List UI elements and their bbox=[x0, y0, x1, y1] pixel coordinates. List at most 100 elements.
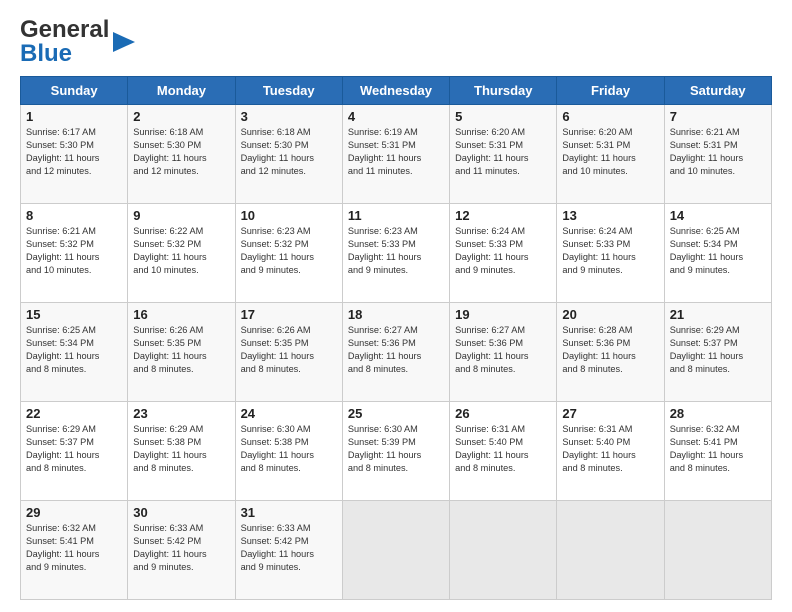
calendar-cell: 1 Sunrise: 6:17 AM Sunset: 5:30 PM Daylig… bbox=[21, 105, 128, 204]
day-number: 23 bbox=[133, 406, 229, 421]
day-header-thursday: Thursday bbox=[450, 77, 557, 105]
calendar-cell: 15 Sunrise: 6:25 AM Sunset: 5:34 PM Dayli… bbox=[21, 303, 128, 402]
calendar-cell: 20 Sunrise: 6:28 AM Sunset: 5:36 PM Dayli… bbox=[557, 303, 664, 402]
cell-info: Sunrise: 6:28 AM Sunset: 5:36 PM Dayligh… bbox=[562, 324, 658, 376]
cell-info: Sunrise: 6:23 AM Sunset: 5:32 PM Dayligh… bbox=[241, 225, 337, 277]
cell-info: Sunrise: 6:24 AM Sunset: 5:33 PM Dayligh… bbox=[562, 225, 658, 277]
day-number: 29 bbox=[26, 505, 122, 520]
calendar-cell: 13 Sunrise: 6:24 AM Sunset: 5:33 PM Dayli… bbox=[557, 204, 664, 303]
calendar-cell: 11 Sunrise: 6:23 AM Sunset: 5:33 PM Dayli… bbox=[342, 204, 449, 303]
cell-info: Sunrise: 6:17 AM Sunset: 5:30 PM Dayligh… bbox=[26, 126, 122, 178]
header: General Blue bbox=[20, 16, 772, 68]
day-number: 22 bbox=[26, 406, 122, 421]
day-number: 6 bbox=[562, 109, 658, 124]
day-number: 27 bbox=[562, 406, 658, 421]
day-number: 24 bbox=[241, 406, 337, 421]
cell-info: Sunrise: 6:24 AM Sunset: 5:33 PM Dayligh… bbox=[455, 225, 551, 277]
cell-info: Sunrise: 6:30 AM Sunset: 5:38 PM Dayligh… bbox=[241, 423, 337, 475]
calendar-cell: 12 Sunrise: 6:24 AM Sunset: 5:33 PM Dayli… bbox=[450, 204, 557, 303]
day-number: 10 bbox=[241, 208, 337, 223]
calendar-cell bbox=[342, 501, 449, 600]
cell-info: Sunrise: 6:26 AM Sunset: 5:35 PM Dayligh… bbox=[133, 324, 229, 376]
day-number: 4 bbox=[348, 109, 444, 124]
day-number: 1 bbox=[26, 109, 122, 124]
cell-info: Sunrise: 6:21 AM Sunset: 5:31 PM Dayligh… bbox=[670, 126, 766, 178]
cell-info: Sunrise: 6:25 AM Sunset: 5:34 PM Dayligh… bbox=[670, 225, 766, 277]
calendar-cell: 28Sunrise: 6:32 AM Sunset: 5:41 PM Dayli… bbox=[664, 402, 771, 501]
logo-blue: Blue bbox=[20, 40, 109, 68]
cell-info: Sunrise: 6:20 AM Sunset: 5:31 PM Dayligh… bbox=[562, 126, 658, 178]
day-number: 9 bbox=[133, 208, 229, 223]
day-header-wednesday: Wednesday bbox=[342, 77, 449, 105]
cell-info: Sunrise: 6:33 AM Sunset: 5:42 PM Dayligh… bbox=[133, 522, 229, 574]
day-number: 19 bbox=[455, 307, 551, 322]
cell-info: Sunrise: 6:22 AM Sunset: 5:32 PM Dayligh… bbox=[133, 225, 229, 277]
calendar-cell: 25 Sunrise: 6:30 AM Sunset: 5:39 PM Dayli… bbox=[342, 402, 449, 501]
calendar-cell: 8Sunrise: 6:21 AM Sunset: 5:32 PM Daylig… bbox=[21, 204, 128, 303]
calendar-row-2: 8Sunrise: 6:21 AM Sunset: 5:32 PM Daylig… bbox=[21, 204, 772, 303]
logo-general: General bbox=[20, 16, 109, 43]
calendar-cell: 24 Sunrise: 6:30 AM Sunset: 5:38 PM Dayli… bbox=[235, 402, 342, 501]
day-number: 15 bbox=[26, 307, 122, 322]
cell-info: Sunrise: 6:27 AM Sunset: 5:36 PM Dayligh… bbox=[455, 324, 551, 376]
cell-info: Sunrise: 6:29 AM Sunset: 5:37 PM Dayligh… bbox=[670, 324, 766, 376]
calendar-row-1: 1 Sunrise: 6:17 AM Sunset: 5:30 PM Daylig… bbox=[21, 105, 772, 204]
day-header-monday: Monday bbox=[128, 77, 235, 105]
cell-info: Sunrise: 6:20 AM Sunset: 5:31 PM Dayligh… bbox=[455, 126, 551, 178]
calendar-cell: 3Sunrise: 6:18 AM Sunset: 5:30 PM Daylig… bbox=[235, 105, 342, 204]
cell-info: Sunrise: 6:23 AM Sunset: 5:33 PM Dayligh… bbox=[348, 225, 444, 277]
calendar-cell bbox=[664, 501, 771, 600]
calendar-cell: 9 Sunrise: 6:22 AM Sunset: 5:32 PM Daylig… bbox=[128, 204, 235, 303]
day-number: 20 bbox=[562, 307, 658, 322]
day-number: 12 bbox=[455, 208, 551, 223]
day-number: 30 bbox=[133, 505, 229, 520]
day-number: 2 bbox=[133, 109, 229, 124]
day-number: 14 bbox=[670, 208, 766, 223]
cell-info: Sunrise: 6:31 AM Sunset: 5:40 PM Dayligh… bbox=[455, 423, 551, 475]
calendar-cell: 2 Sunrise: 6:18 AM Sunset: 5:30 PM Daylig… bbox=[128, 105, 235, 204]
calendar-cell: 30 Sunrise: 6:33 AM Sunset: 5:42 PM Dayli… bbox=[128, 501, 235, 600]
cell-info: Sunrise: 6:31 AM Sunset: 5:40 PM Dayligh… bbox=[562, 423, 658, 475]
day-header-saturday: Saturday bbox=[664, 77, 771, 105]
day-number: 31 bbox=[241, 505, 337, 520]
day-number: 11 bbox=[348, 208, 444, 223]
calendar-table: SundayMondayTuesdayWednesdayThursdayFrid… bbox=[20, 76, 772, 600]
cell-info: Sunrise: 6:26 AM Sunset: 5:35 PM Dayligh… bbox=[241, 324, 337, 376]
calendar-cell: 18 Sunrise: 6:27 AM Sunset: 5:36 PM Dayli… bbox=[342, 303, 449, 402]
logo-arrow-icon bbox=[113, 28, 135, 61]
header-row: SundayMondayTuesdayWednesdayThursdayFrid… bbox=[21, 77, 772, 105]
cell-info: Sunrise: 6:32 AM Sunset: 5:41 PM Dayligh… bbox=[670, 423, 766, 475]
calendar-cell: 16 Sunrise: 6:26 AM Sunset: 5:35 PM Dayli… bbox=[128, 303, 235, 402]
calendar-cell: 14 Sunrise: 6:25 AM Sunset: 5:34 PM Dayli… bbox=[664, 204, 771, 303]
calendar-cell: 21 Sunrise: 6:29 AM Sunset: 5:37 PM Dayli… bbox=[664, 303, 771, 402]
day-number: 13 bbox=[562, 208, 658, 223]
calendar-cell: 17Sunrise: 6:26 AM Sunset: 5:35 PM Dayli… bbox=[235, 303, 342, 402]
calendar-cell: 19 Sunrise: 6:27 AM Sunset: 5:36 PM Dayli… bbox=[450, 303, 557, 402]
calendar-row-3: 15 Sunrise: 6:25 AM Sunset: 5:34 PM Dayli… bbox=[21, 303, 772, 402]
calendar-cell: 4 Sunrise: 6:19 AM Sunset: 5:31 PM Daylig… bbox=[342, 105, 449, 204]
cell-info: Sunrise: 6:25 AM Sunset: 5:34 PM Dayligh… bbox=[26, 324, 122, 376]
day-number: 7 bbox=[670, 109, 766, 124]
day-number: 21 bbox=[670, 307, 766, 322]
cell-info: Sunrise: 6:27 AM Sunset: 5:36 PM Dayligh… bbox=[348, 324, 444, 376]
calendar-cell: 5Sunrise: 6:20 AM Sunset: 5:31 PM Daylig… bbox=[450, 105, 557, 204]
day-number: 18 bbox=[348, 307, 444, 322]
logo: General Blue bbox=[20, 16, 135, 68]
cell-info: Sunrise: 6:29 AM Sunset: 5:37 PM Dayligh… bbox=[26, 423, 122, 475]
cell-info: Sunrise: 6:18 AM Sunset: 5:30 PM Dayligh… bbox=[133, 126, 229, 178]
cell-info: Sunrise: 6:19 AM Sunset: 5:31 PM Dayligh… bbox=[348, 126, 444, 178]
day-number: 25 bbox=[348, 406, 444, 421]
calendar-header: SundayMondayTuesdayWednesdayThursdayFrid… bbox=[21, 77, 772, 105]
cell-info: Sunrise: 6:30 AM Sunset: 5:39 PM Dayligh… bbox=[348, 423, 444, 475]
calendar-row-4: 22 Sunrise: 6:29 AM Sunset: 5:37 PM Dayli… bbox=[21, 402, 772, 501]
calendar-body: 1 Sunrise: 6:17 AM Sunset: 5:30 PM Daylig… bbox=[21, 105, 772, 600]
cell-info: Sunrise: 6:18 AM Sunset: 5:30 PM Dayligh… bbox=[241, 126, 337, 178]
calendar-cell bbox=[557, 501, 664, 600]
day-number: 8 bbox=[26, 208, 122, 223]
day-number: 16 bbox=[133, 307, 229, 322]
day-header-tuesday: Tuesday bbox=[235, 77, 342, 105]
page: General Blue SundayMondayTuesdayWednesda… bbox=[0, 0, 792, 612]
cell-info: Sunrise: 6:29 AM Sunset: 5:38 PM Dayligh… bbox=[133, 423, 229, 475]
calendar-cell: 7 Sunrise: 6:21 AM Sunset: 5:31 PM Daylig… bbox=[664, 105, 771, 204]
calendar-cell: 26Sunrise: 6:31 AM Sunset: 5:40 PM Dayli… bbox=[450, 402, 557, 501]
